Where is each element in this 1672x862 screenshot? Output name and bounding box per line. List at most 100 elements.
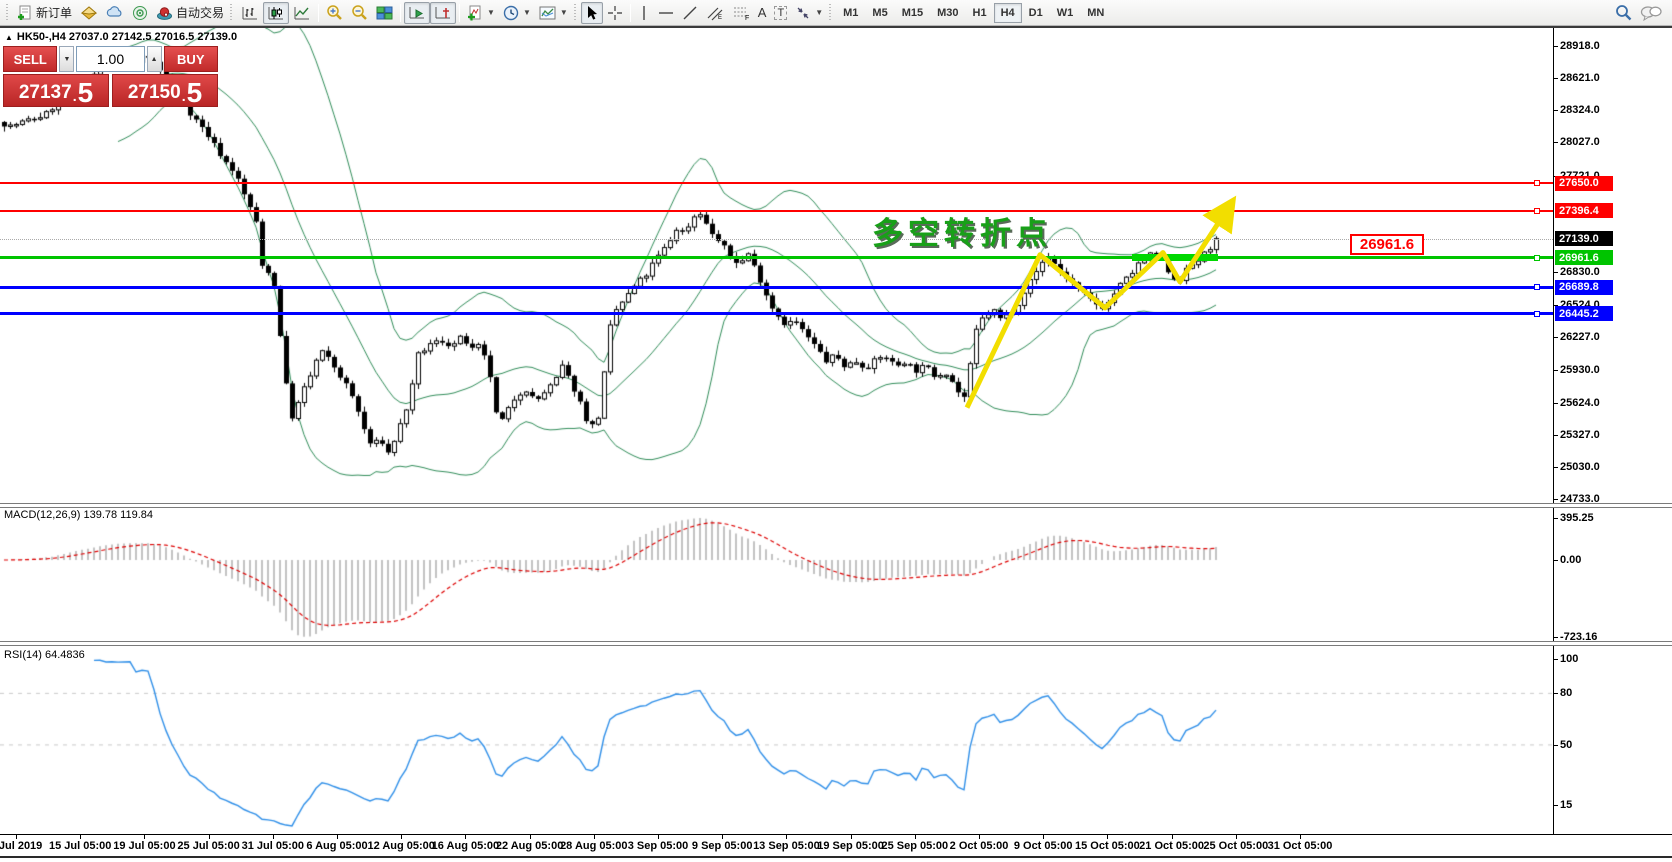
hline-handle[interactable] xyxy=(1534,310,1540,317)
price-tick-label: 28918.0 xyxy=(1554,39,1600,52)
candlestick-chart-button[interactable] xyxy=(263,1,290,24)
search-icon[interactable] xyxy=(1615,4,1632,21)
hline-handle[interactable] xyxy=(1534,180,1540,187)
price-tag: 26689.8 xyxy=(1555,279,1613,295)
timeframe-button-h1[interactable]: H1 xyxy=(966,3,994,23)
main-chart-canvas[interactable] xyxy=(0,28,1553,503)
price-tick-label: 25930.0 xyxy=(1554,363,1600,376)
date-label: 15 Jul 05:00 xyxy=(49,840,112,852)
chart-annotation-text[interactable]: 多空转折点 xyxy=(872,208,1052,253)
toolbar-separator xyxy=(318,3,320,22)
date-label: 13 Sep 05:00 xyxy=(753,840,820,852)
text-label-tool-button[interactable]: T xyxy=(770,2,791,24)
indicators-button[interactable]: ▼ xyxy=(463,2,499,24)
horizontal-line-object[interactable] xyxy=(0,209,1553,212)
toolbar-grip[interactable] xyxy=(829,3,835,22)
community-button[interactable] xyxy=(102,2,128,24)
bar-chart-button[interactable] xyxy=(237,2,263,24)
volume-down-button[interactable]: ▼ xyxy=(59,46,75,72)
buy-price-base: 27150 xyxy=(127,82,181,103)
toolbar-separator xyxy=(629,3,631,22)
macd-pane-canvas[interactable] xyxy=(0,508,1553,641)
timeframe-button-mn[interactable]: MN xyxy=(1080,3,1111,23)
vertical-line-icon xyxy=(638,5,650,21)
window-bottom-border xyxy=(0,856,1672,858)
chart-shift-button[interactable] xyxy=(430,1,457,24)
cursor-tool-button[interactable] xyxy=(580,1,603,24)
fibonacci-tool-button[interactable]: F xyxy=(728,2,754,24)
dropdown-caret-icon: ▼ xyxy=(815,8,824,17)
date-label: 25 Jul 05:00 xyxy=(177,840,240,852)
pane-separator[interactable] xyxy=(0,503,1672,508)
timeframe-button-m5[interactable]: M5 xyxy=(865,3,894,23)
horizontal-line-object[interactable] xyxy=(0,285,1553,289)
arrows-tool-button[interactable]: ▼ xyxy=(791,2,827,24)
sell-price-display[interactable]: 27137 . 5 xyxy=(3,74,109,107)
volume-input[interactable]: 1.00 xyxy=(76,46,145,72)
toolbar-grip[interactable] xyxy=(6,3,11,22)
timeframe-button-w1[interactable]: W1 xyxy=(1050,3,1081,23)
hline-handle[interactable] xyxy=(1534,284,1540,291)
trendline-tool-button[interactable] xyxy=(678,2,702,24)
templates-button[interactable]: ▼ xyxy=(535,2,572,24)
zoom-out-button[interactable] xyxy=(347,2,372,24)
hline-handle[interactable] xyxy=(1534,207,1540,214)
chart-profiles-button[interactable] xyxy=(76,2,102,24)
horizontal-line-object[interactable] xyxy=(0,256,1553,260)
horizontal-line-tool-button[interactable] xyxy=(654,2,678,24)
timeframe-button-d1[interactable]: D1 xyxy=(1022,3,1050,23)
price-tick-label: 26227.0 xyxy=(1554,331,1600,344)
rsi-indicator-label: RSI(14) 64.4836 xyxy=(4,649,85,661)
highlight-bar-object[interactable] xyxy=(1132,254,1218,262)
cursor-icon xyxy=(585,5,599,21)
horizontal-line-object[interactable] xyxy=(0,182,1553,185)
fibonacci-icon: F xyxy=(732,5,750,21)
periods-button[interactable]: ▼ xyxy=(499,2,535,24)
price-tag: 27139.0 xyxy=(1555,231,1613,247)
horizontal-line-object[interactable] xyxy=(0,312,1553,316)
timeframe-button-m1[interactable]: M1 xyxy=(836,3,865,23)
clock-icon xyxy=(503,5,519,21)
date-tick xyxy=(722,835,724,839)
channel-tool-button[interactable]: E xyxy=(702,2,728,24)
equidistant-channel-icon: E xyxy=(706,5,724,21)
price-tick-label: 25030.0 xyxy=(1554,461,1600,474)
toolbar-grip[interactable] xyxy=(230,3,236,22)
horizontal-line-icon xyxy=(658,5,674,21)
crosshair-tool-button[interactable] xyxy=(603,2,627,24)
date-label: 19 Jul 05:00 xyxy=(113,840,176,852)
pane-separator[interactable] xyxy=(0,641,1672,646)
toolbar-grip[interactable] xyxy=(573,3,579,22)
buy-price-display[interactable]: 27150 . 5 xyxy=(112,74,218,107)
zoom-in-button[interactable] xyxy=(322,2,347,24)
timeframe-button-m15[interactable]: M15 xyxy=(895,3,930,23)
macd-tick-label: 395.25 xyxy=(1554,511,1594,524)
auto-scroll-button[interactable] xyxy=(404,1,431,24)
buy-button[interactable]: BUY xyxy=(163,46,219,72)
hline-handle[interactable] xyxy=(1534,254,1540,261)
text-tool-button[interactable]: A xyxy=(754,2,771,24)
new-order-button[interactable]: 新订单 xyxy=(13,2,76,24)
date-label: 3 Sep 05:00 xyxy=(627,840,689,852)
price-callout-label[interactable]: 26961.6 xyxy=(1350,234,1424,255)
chat-icon[interactable] xyxy=(1640,5,1662,21)
macd-tick-label: 0.00 xyxy=(1553,554,1582,566)
tile-windows-button[interactable] xyxy=(372,2,397,24)
price-axis[interactable]: 28918.028621.028324.028027.027721.026830… xyxy=(1553,28,1672,834)
candlestick-chart-icon xyxy=(267,5,285,21)
timeframe-button-m30[interactable]: M30 xyxy=(930,3,965,23)
chart-title: ▲ HK50-,H4 27037.0 27142.5 27016.5 27139… xyxy=(5,31,237,43)
dropdown-caret-icon: ▼ xyxy=(487,8,495,17)
date-tick xyxy=(1171,835,1173,839)
autotrading-button[interactable]: 自动交易 xyxy=(152,2,228,24)
vertical-line-tool-button[interactable] xyxy=(634,2,654,24)
line-chart-button[interactable] xyxy=(289,2,315,24)
volume-up-button[interactable]: ▲ xyxy=(146,46,162,72)
rsi-pane-canvas[interactable] xyxy=(0,646,1553,834)
sell-button[interactable]: SELL xyxy=(3,46,58,72)
time-axis[interactable]: 9 Jul 2019 15 Jul 05:0019 Jul 05:0025 Jul… xyxy=(0,834,1672,856)
date-tick xyxy=(1043,835,1045,839)
signals-button[interactable] xyxy=(128,2,152,24)
timeframe-button-h4[interactable]: H4 xyxy=(993,2,1022,23)
date-tick xyxy=(465,835,467,839)
